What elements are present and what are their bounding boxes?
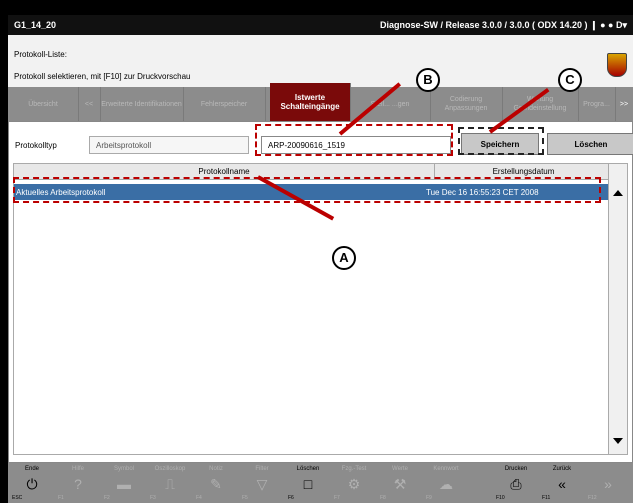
tab-programmierung[interactable]: Progra... bbox=[578, 87, 616, 121]
version-title: Diagnose-SW / Release 3.0.0 / 3.0.0 ( OD… bbox=[379, 20, 627, 30]
fkey-ende[interactable]: Ende ⏻ ESC bbox=[10, 463, 54, 503]
fkey-werte[interactable]: Werte ⚒ F8 bbox=[378, 463, 422, 503]
fkey-kennwort[interactable]: Kennwort ☁ F9 bbox=[424, 463, 468, 503]
highlight-table-row bbox=[13, 177, 601, 203]
fkey-hilfe[interactable]: Hilfe? F1 bbox=[56, 463, 100, 503]
tab-erweiterte-identifikationen[interactable]: Erweiterte Identifikationen bbox=[100, 87, 184, 121]
app-title: G1_14_20 bbox=[14, 20, 57, 30]
vertical-scrollbar[interactable] bbox=[608, 164, 627, 454]
fkey-notiz[interactable]: Notiz ✎ F4 bbox=[194, 463, 238, 503]
vehicle-test-icon: ⚙ bbox=[347, 476, 361, 492]
info-line-1: Protokoll-Liste: bbox=[14, 50, 67, 59]
protocol-table: Protokollname Erstellungsdatum Aktuelles… bbox=[13, 163, 628, 455]
delete-icon: □ bbox=[303, 476, 313, 492]
title-bar: G1_14_20 Diagnose-SW / Release 3.0.0 / 3… bbox=[8, 15, 633, 35]
tab-codierung[interactable]: Codierung Anpassungen bbox=[430, 87, 503, 121]
fkey-filter[interactable]: Filter ▽ F5 bbox=[240, 463, 284, 503]
fkey-loeschen[interactable]: Löschen □ F6 bbox=[286, 463, 330, 503]
highlight-name-field bbox=[255, 124, 453, 156]
oscilloscope-icon: ⎍ bbox=[165, 476, 175, 492]
type-label: Protokolltyp bbox=[15, 141, 57, 150]
highlight-save-button bbox=[458, 127, 544, 155]
fkey-fzg-test[interactable]: Fzg.-Test ⚙ F7 bbox=[332, 463, 376, 503]
fkey-drucken[interactable]: Drucken ⎙ F10 bbox=[494, 463, 538, 503]
keyboard-icon: ▬ bbox=[117, 476, 131, 492]
note-icon: ✎ bbox=[210, 476, 222, 492]
function-key-bar: Ende ⏻ ESC Hilfe? F1 Symbol ▬ F2 Oszilloskop ⎍… bbox=[8, 463, 633, 503]
tab-prev[interactable]: << bbox=[78, 87, 101, 121]
values-icon: ⚒ bbox=[393, 476, 407, 492]
fkey-zurueck[interactable]: Zurück «F11 bbox=[540, 463, 584, 503]
fkey-oszilloskop[interactable]: Oszilloskop ⎍ F3 bbox=[148, 463, 192, 503]
power-icon: ⏻ bbox=[26, 476, 38, 492]
scroll-down-icon[interactable] bbox=[613, 438, 623, 444]
scroll-up-icon[interactable] bbox=[613, 190, 623, 196]
callout-c: C bbox=[558, 68, 582, 92]
callout-b: B bbox=[416, 68, 440, 92]
forward-icon: » bbox=[604, 476, 612, 492]
tab-istwerte[interactable]: Istwerte Schalteingänge bbox=[270, 83, 351, 121]
back-icon: « bbox=[558, 476, 566, 492]
callout-a: A bbox=[332, 246, 356, 270]
fkey-symbol[interactable]: Symbol ▬ F2 bbox=[102, 463, 146, 503]
type-field[interactable]: Arbeitsprotokoll bbox=[89, 136, 249, 154]
tab-uebersicht[interactable]: Übersicht bbox=[8, 87, 79, 121]
tab-next[interactable]: >> bbox=[615, 87, 633, 121]
filter-icon: ▽ bbox=[256, 476, 268, 492]
porsche-crest-icon bbox=[607, 53, 627, 77]
status-icons: ❙ ● ● D▾ bbox=[590, 20, 627, 30]
delete-button[interactable]: Löschen bbox=[547, 133, 633, 155]
help-icon: ? bbox=[74, 476, 82, 492]
info-line-2: Protokoll selektieren, mit [F10] zur Dru… bbox=[14, 72, 191, 81]
col-protokollname[interactable]: Protokollname bbox=[14, 167, 434, 176]
password-icon: ☁ bbox=[439, 476, 453, 492]
fkey-forward[interactable]: » F12 bbox=[586, 463, 630, 503]
tab-fehlerspeicher[interactable]: Fehlerspeicher bbox=[183, 87, 266, 121]
main-panel: Protokolltyp Arbeitsprotokoll ARP-200906… bbox=[8, 121, 633, 463]
info-area: Protokoll-Liste: Protokoll selektieren, … bbox=[8, 35, 633, 88]
printer-icon: ⎙ bbox=[510, 476, 522, 492]
